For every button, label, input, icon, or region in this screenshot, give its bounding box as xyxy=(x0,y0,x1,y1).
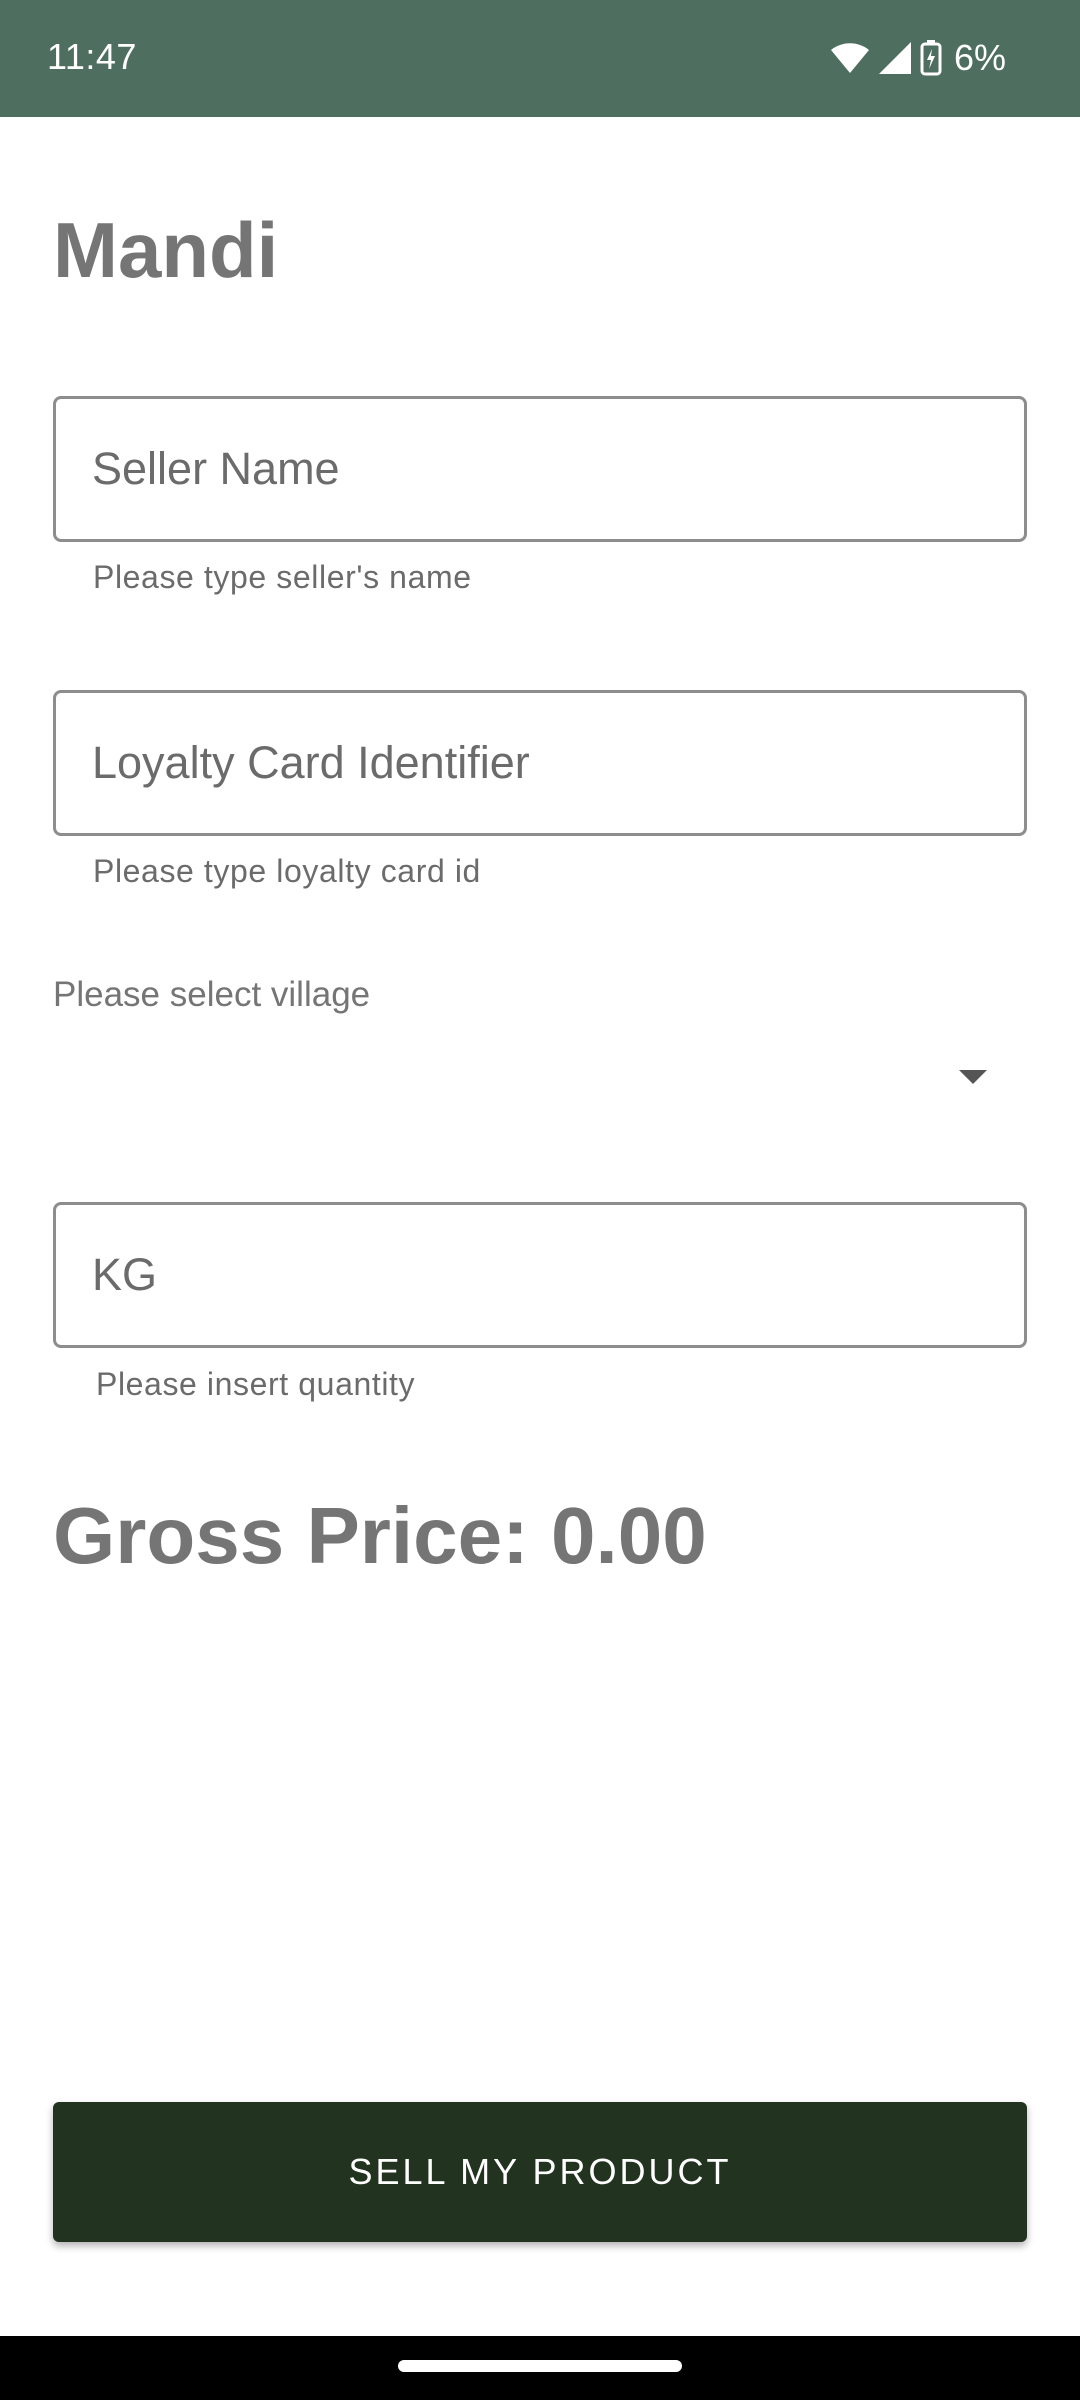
quantity-input[interactable] xyxy=(56,1205,1024,1345)
status-icons: 6% xyxy=(830,36,1006,80)
gross-price-value: 0.00 xyxy=(551,1491,707,1580)
status-bar: 11:47 6% xyxy=(0,0,1080,117)
quantity-field[interactable] xyxy=(53,1202,1027,1348)
quantity-helper: Please insert quantity xyxy=(96,1366,416,1402)
village-select-label: Please select village xyxy=(53,975,371,1014)
loyalty-card-field[interactable] xyxy=(53,690,1027,836)
page-title: Mandi xyxy=(53,206,279,294)
status-time: 11:47 xyxy=(47,36,137,77)
loyalty-card-input[interactable] xyxy=(56,693,1024,833)
signal-icon xyxy=(878,42,911,74)
seller-name-helper: Please type seller's name xyxy=(93,559,472,595)
loyalty-card-helper: Please type loyalty card id xyxy=(93,853,481,889)
battery-charging-icon xyxy=(920,40,942,76)
seller-name-input[interactable] xyxy=(56,399,1024,539)
sell-my-product-button[interactable]: SELL MY PRODUCT xyxy=(53,2102,1027,2242)
home-indicator[interactable] xyxy=(398,2360,682,2372)
battery-percentage: 6% xyxy=(953,37,1006,78)
village-select[interactable] xyxy=(53,1040,1027,1120)
dropdown-arrow-icon[interactable] xyxy=(959,1070,987,1084)
gross-price: Gross Price: 0.00 xyxy=(53,1490,707,1582)
wifi-icon xyxy=(830,43,869,73)
gross-price-label: Gross Price: xyxy=(53,1491,552,1580)
navigation-bar xyxy=(0,2336,1080,2400)
seller-name-field[interactable] xyxy=(53,396,1027,542)
